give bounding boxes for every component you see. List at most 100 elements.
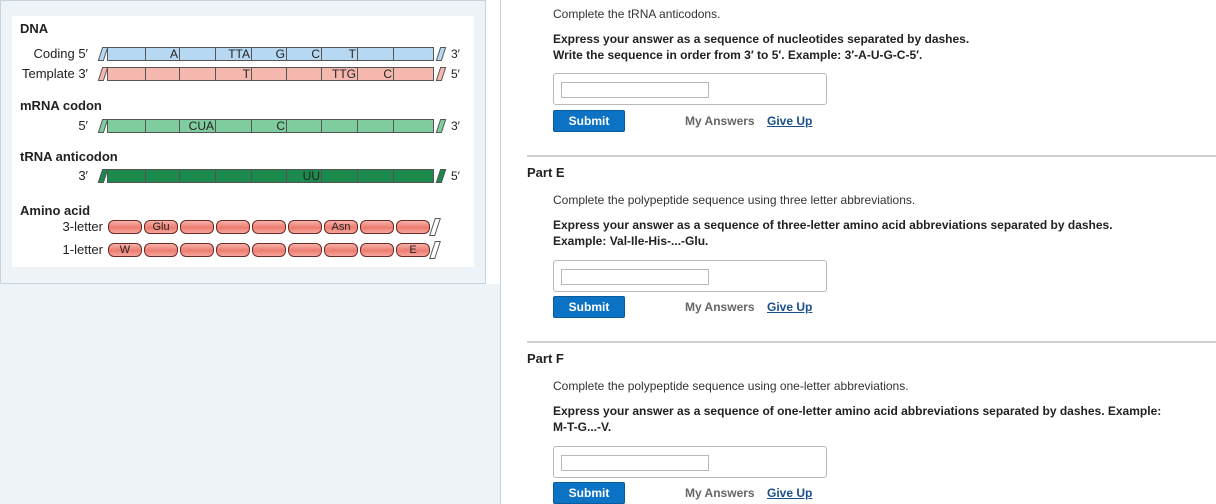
part-f-example: M-T-G...-V. <box>553 420 612 434</box>
part-d-my-answers-link[interactable]: My Answers <box>685 114 755 128</box>
part-d-answer-input[interactable] <box>561 82 709 98</box>
part-f-instruction: Complete the polypeptide sequence using … <box>553 379 909 393</box>
mrna-strand-codon: C <box>252 119 287 133</box>
coding-strand-codon: G <box>252 47 287 61</box>
transcription-diagram: DNA Coding 5′ Template 3′ 3′ 5′ mRNA cod… <box>12 16 474 267</box>
template-strand-codon <box>394 67 434 81</box>
mrna-strand-codon <box>146 119 180 133</box>
amino-acid-1letter-pill <box>252 243 286 257</box>
amino-acid-3letter-pill <box>360 220 394 234</box>
mrna-strand-codon <box>358 119 394 133</box>
part-e-express: Express your answer as a sequence of thr… <box>553 218 1113 232</box>
amino-acid-1letter-end <box>429 241 441 259</box>
part-e-submit-button[interactable]: Submit <box>553 296 625 318</box>
template-strand-codon: C <box>358 67 394 81</box>
amino-acid-3letter-pill <box>108 220 142 234</box>
coding-strand-codon <box>394 47 434 61</box>
amino-acid-1letter-pill <box>216 243 250 257</box>
trna-strand-codon <box>358 169 394 183</box>
dna-heading: DNA <box>20 21 49 36</box>
part-e-example: Example: Val-Ile-His-...-Glu. <box>553 234 709 248</box>
mrna-strand-codon: CUA <box>180 119 216 133</box>
coding-end-label: 3′ <box>451 47 460 61</box>
part-f-title: Part F <box>527 351 564 366</box>
diagram-panel: DNA Coding 5′ Template 3′ 3′ 5′ mRNA cod… <box>0 0 486 284</box>
part-f-divider <box>527 341 1216 343</box>
amino-acid-3letter-pill <box>216 220 250 234</box>
amino-acid-3letter-pill: Glu <box>144 220 178 234</box>
coding-strand-codon: TTA <box>216 47 252 61</box>
coding-strand-codon <box>180 47 216 61</box>
coding-strand-codon <box>107 47 146 61</box>
trna-strand-codon <box>394 169 434 183</box>
part-d-instruction: Complete the tRNA anticodons. <box>553 7 721 21</box>
part-f-answer-input[interactable] <box>561 455 709 471</box>
mrna-strand-codon <box>322 119 358 133</box>
three-letter-label: 3-letter <box>62 219 103 234</box>
part-e-my-answers-link[interactable]: My Answers <box>685 300 755 314</box>
part-e-instruction: Complete the polypeptide sequence using … <box>553 193 916 207</box>
pane-divider <box>500 0 501 504</box>
part-d-answer-box <box>553 73 827 105</box>
coding-strand-label: Coding 5′ <box>33 46 88 61</box>
left-panel-background <box>0 284 500 504</box>
template-strand-label: Template 3′ <box>21 66 88 81</box>
part-d-submit-button[interactable]: Submit <box>553 110 625 132</box>
part-e-divider <box>527 155 1216 157</box>
part-e-title: Part E <box>527 165 565 180</box>
trna-strand-codon <box>216 169 252 183</box>
amino-acid-1letter-pill <box>288 243 322 257</box>
part-e-give-up-link[interactable]: Give Up <box>767 300 812 314</box>
amino-acid-3letter-pill <box>288 220 322 234</box>
mrna-strand-right-end <box>435 119 447 133</box>
template-strand-codon <box>287 67 322 81</box>
amino-acid-1letter-pill <box>144 243 178 257</box>
trna-strand-codon <box>146 169 180 183</box>
mrna-end-label: 3′ <box>451 119 460 133</box>
mrna-strand-codon <box>107 119 146 133</box>
part-d-express: Express your answer as a sequence of nuc… <box>553 32 970 46</box>
part-f-give-up-link[interactable]: Give Up <box>767 486 812 500</box>
coding-strand-codon <box>358 47 394 61</box>
mrna-strand-codon <box>394 119 434 133</box>
mrna-strand-codon <box>216 119 252 133</box>
template-strand-codon <box>146 67 180 81</box>
part-e-answer-input[interactable] <box>561 269 709 285</box>
amino-acid-3letter-end <box>429 218 441 236</box>
coding-strand-codon: A <box>146 47 180 61</box>
coding-strand-right-end <box>435 47 447 61</box>
mrna-start-label: 5′ <box>78 118 88 133</box>
template-strand-codon <box>180 67 216 81</box>
amino-acid-3letter-pill <box>180 220 214 234</box>
amino-acid-3letter-pill <box>252 220 286 234</box>
template-strand-right-end <box>435 67 447 81</box>
part-d-write: Write the sequence in order from 3′ to 5… <box>553 48 923 62</box>
template-end-label: 5′ <box>451 67 460 81</box>
trna-heading: tRNA anticodon <box>20 149 118 164</box>
amino-acid-heading: Amino acid <box>20 203 91 218</box>
template-strand-codon <box>107 67 146 81</box>
part-e-answer-box <box>553 260 827 292</box>
amino-acid-1letter-pill <box>324 243 358 257</box>
trna-strand-right-end <box>435 169 447 183</box>
amino-acid-3letter-pill <box>396 220 430 234</box>
trna-strand-codon <box>107 169 146 183</box>
mrna-heading: mRNA codon <box>20 98 102 113</box>
template-strand-codon: T <box>216 67 252 81</box>
template-strand-codon <box>252 67 287 81</box>
amino-acid-1letter-pill <box>360 243 394 257</box>
trna-start-label: 3′ <box>78 168 88 183</box>
part-f-my-answers-link[interactable]: My Answers <box>685 486 755 500</box>
mrna-strand-codon <box>287 119 322 133</box>
part-d-give-up-link[interactable]: Give Up <box>767 114 812 128</box>
trna-strand-codon <box>180 169 216 183</box>
amino-acid-3letter-pill: Asn <box>324 220 358 234</box>
trna-strand-codon <box>322 169 358 183</box>
part-f-express: Express your answer as a sequence of one… <box>553 404 1162 418</box>
coding-strand-codon: C <box>287 47 322 61</box>
amino-acid-1letter-pill: W <box>108 243 142 257</box>
amino-acid-1letter-pill <box>180 243 214 257</box>
part-f-submit-button[interactable]: Submit <box>553 482 625 504</box>
trna-strand-codon <box>252 169 287 183</box>
part-f-answer-box <box>553 446 827 478</box>
